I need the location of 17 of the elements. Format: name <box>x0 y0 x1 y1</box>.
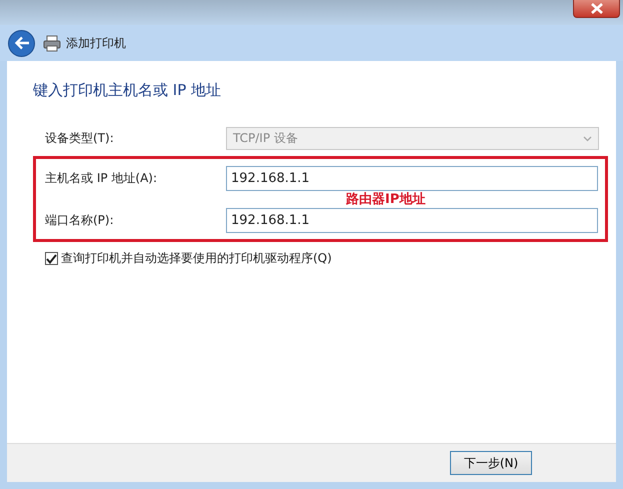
chevron-down-icon <box>583 136 592 142</box>
annotation-text: 路由器IP地址 <box>346 191 426 208</box>
next-button[interactable]: 下一步(N) <box>450 451 532 475</box>
window-title: 添加打印机 <box>66 34 126 52</box>
field-label: 设备类型(T): <box>45 130 115 147</box>
back-button[interactable] <box>8 30 35 56</box>
back-arrow-icon <box>14 36 30 50</box>
checkbox-label: 查询打印机并自动选择要使用的打印机驱动程序(Q) <box>61 250 332 267</box>
checkbox[interactable] <box>45 252 58 265</box>
field-label: 主机名或 IP 地址(A): <box>45 170 158 187</box>
close-icon <box>590 3 602 14</box>
close-button[interactable] <box>573 0 620 18</box>
input-field[interactable]: 192.168.1.1 <box>226 208 598 233</box>
page-heading: 键入打印机主机名或 IP 地址 <box>33 81 222 100</box>
input-field[interactable]: 192.168.1.1 <box>226 166 598 191</box>
printer-icon <box>43 34 61 52</box>
field-label: 端口名称(P): <box>45 212 115 229</box>
